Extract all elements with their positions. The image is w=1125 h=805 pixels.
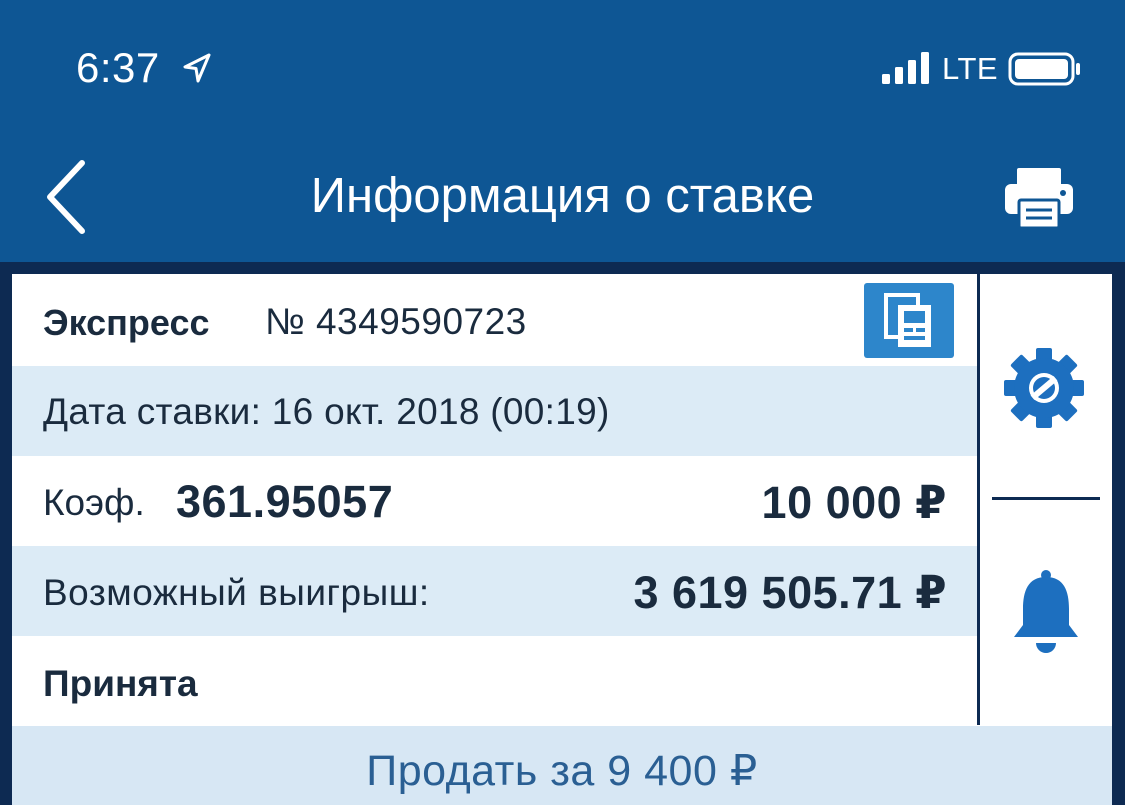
bet-number: № 4349590723 xyxy=(265,301,527,342)
location-arrow-icon xyxy=(183,53,211,83)
sell-button-label: Продать за 9 400 ₽ xyxy=(366,747,758,795)
gear-icon[interactable] xyxy=(1002,346,1086,430)
page-title: Информация о ставке xyxy=(310,169,815,223)
coefficient-value: 361.95057 xyxy=(176,476,394,527)
copy-button[interactable] xyxy=(864,283,954,358)
bet-status-row: Принята xyxy=(12,636,977,726)
coefficient-row: Коэф. 361.95057 10 000 ₽ xyxy=(12,456,977,546)
bet-date: Дата ставки: 16 окт. 2018 (00:19) xyxy=(43,391,610,432)
sell-bet-button[interactable]: Продать за 9 400 ₽ xyxy=(12,726,1112,805)
bet-type: Экспресс xyxy=(43,302,210,343)
coefficient-label: Коэф. xyxy=(43,482,145,523)
bet-status: Принята xyxy=(43,663,198,704)
possible-win-label: Возможный выигрыш: xyxy=(43,572,430,613)
possible-win-row: Возможный выигрыш: 3 619 505.71 ₽ xyxy=(12,546,977,636)
status-time: 6:37 xyxy=(76,44,160,91)
possible-win-value: 3 619 505.71 ₽ xyxy=(633,567,947,618)
stake-amount: 10 000 ₽ xyxy=(761,477,947,528)
copy-documents-icon xyxy=(884,293,931,347)
battery-icon xyxy=(1008,52,1080,86)
header-bar: 6:37 LTE Информация о ставке xyxy=(0,0,1125,262)
bell-icon[interactable] xyxy=(1010,569,1082,661)
printer-icon[interactable] xyxy=(1003,166,1075,230)
signal-bars-icon xyxy=(882,52,929,84)
bet-info-panel: Экспресс № 4349590723 Дата ставки: 16 ок… xyxy=(12,274,1112,805)
bet-header-row: Экспресс № 4349590723 xyxy=(12,274,977,366)
network-type: LTE xyxy=(942,51,999,86)
bet-date-row: Дата ставки: 16 окт. 2018 (00:19) xyxy=(12,366,977,456)
side-separator xyxy=(992,497,1100,500)
side-divider xyxy=(977,274,980,725)
